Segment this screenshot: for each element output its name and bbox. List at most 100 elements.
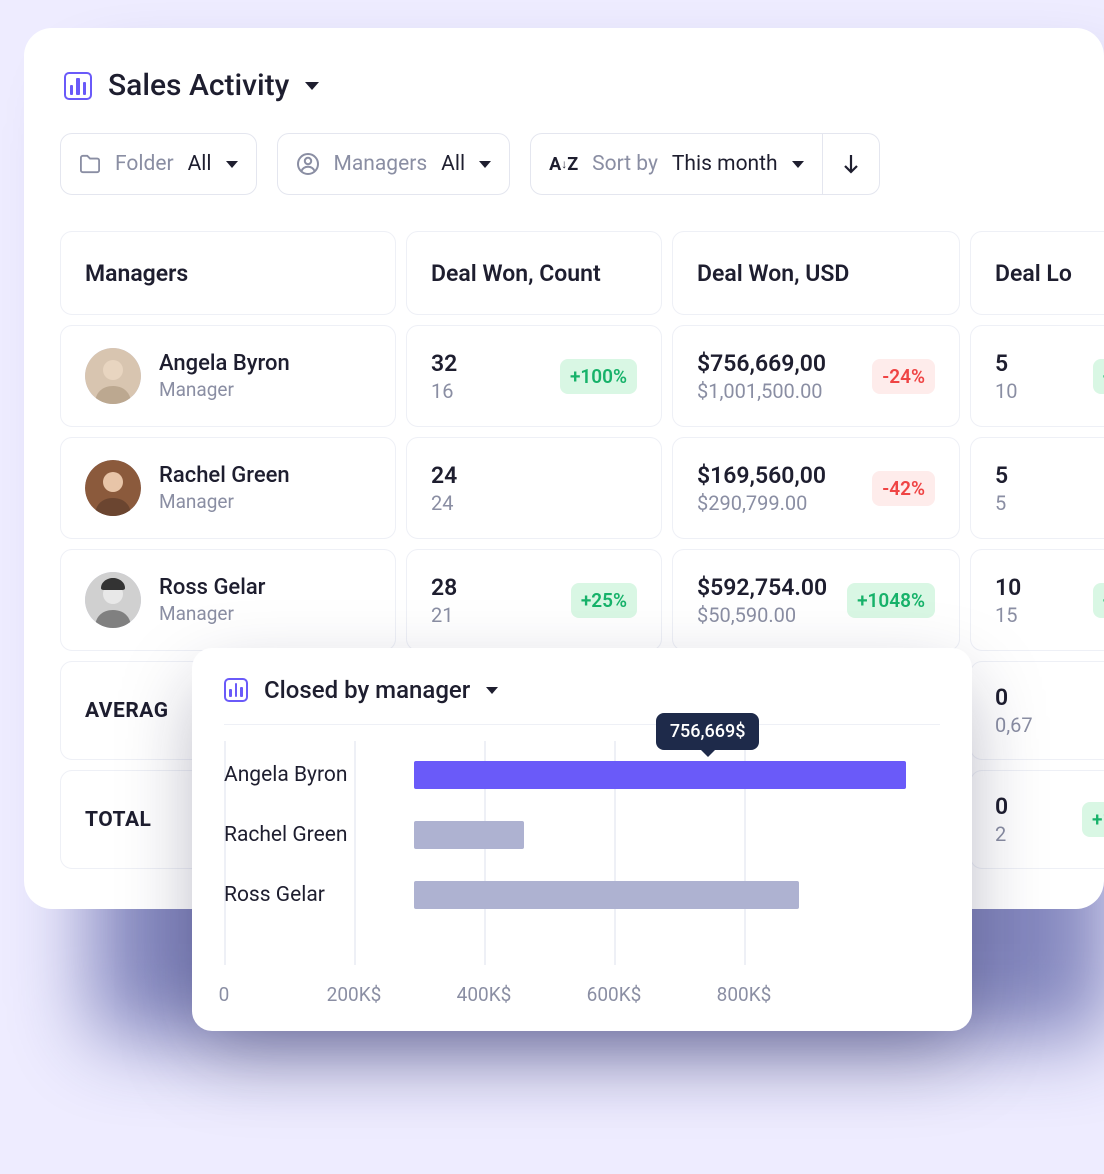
total-label: TOTAL: [85, 808, 151, 832]
usd-prev: $1,001,500.00: [697, 379, 826, 403]
metric-cell: 3216 +100%: [406, 325, 662, 427]
col-deal-lost: Deal Lo: [970, 231, 1104, 315]
managers-filter-value: All: [441, 152, 465, 176]
bar-chart-icon: [64, 72, 92, 100]
lost-current: 0: [995, 684, 1033, 711]
count-current: 28: [431, 574, 457, 601]
sort-direction-button[interactable]: [823, 133, 880, 195]
lost-prev: 15: [995, 603, 1021, 627]
managers-filter[interactable]: Managers All: [277, 133, 511, 195]
metric-cell: $169,560,00$290,799.00 -42%: [672, 437, 960, 539]
lost-current: 0: [995, 793, 1008, 820]
bar-row: Rachel Green: [414, 805, 940, 865]
x-tick-label: 200K$: [327, 983, 382, 1006]
table-row[interactable]: Rachel GreenManager: [60, 437, 396, 539]
sort-group: A↓Z Sort by This month: [530, 133, 880, 195]
bar[interactable]: [414, 821, 524, 849]
manager-role: Manager: [159, 602, 265, 625]
metric-cell: $592,754.00$50,590.00 +1048%: [672, 549, 960, 651]
metric-cell: 2424: [406, 437, 662, 539]
x-tick-label: 400K$: [457, 983, 512, 1006]
folder-filter-label: Folder: [115, 152, 174, 176]
usd-prev: $50,590.00: [697, 603, 827, 627]
count-prev: 16: [431, 379, 457, 403]
bar-label: Rachel Green: [224, 823, 404, 847]
avatar: [85, 348, 141, 404]
metric-cell: 1015 +33: [970, 549, 1104, 651]
metric-cell: 2821 +25%: [406, 549, 662, 651]
page-title: Sales Activity: [108, 68, 289, 103]
bar-row: Angela Byron: [414, 745, 940, 805]
chevron-down-icon: [479, 161, 491, 168]
table-row[interactable]: Ross GelarManager: [60, 549, 396, 651]
lost-current: 5: [995, 462, 1008, 489]
delta-badge: +1048%: [847, 583, 935, 618]
delta-badge: -24%: [872, 359, 935, 394]
average-label: AVERAG: [85, 699, 169, 723]
usd-current: $592,754.00: [697, 574, 827, 601]
col-deal-won-usd: Deal Won, USD: [672, 231, 960, 315]
usd-current: $756,669,00: [697, 350, 826, 377]
bar-chart: 756,669$ Angela ByronRachel GreenRoss Ge…: [224, 745, 940, 975]
count-current: 24: [431, 462, 457, 489]
bar-label: Angela Byron: [224, 763, 404, 787]
manager-name: Rachel Green: [159, 463, 290, 488]
lost-prev: 0,67: [995, 713, 1033, 737]
delta-badge: +100%: [560, 359, 637, 394]
sort-az-icon: A↓Z: [549, 154, 578, 175]
lost-prev: 2: [995, 822, 1008, 846]
folder-filter[interactable]: Folder All: [60, 133, 257, 195]
delta-badge: -42%: [872, 471, 935, 506]
bar-label: Ross Gelar: [224, 883, 404, 907]
lost-prev: 5: [995, 491, 1008, 515]
usd-current: $169,560,00: [697, 462, 826, 489]
metric-cell: 510 +10: [970, 325, 1104, 427]
count-prev: 21: [431, 603, 457, 627]
delta-badge: +10: [1093, 359, 1104, 394]
overlay-title: Closed by manager: [264, 676, 470, 704]
x-axis: 0200K$400K$600K$800K$: [224, 983, 940, 1007]
delta-badge: +25%: [571, 583, 637, 618]
lost-current: 5: [995, 350, 1017, 377]
metric-cell: 00,67 +1: [970, 661, 1104, 760]
manager-role: Manager: [159, 378, 290, 401]
count-current: 32: [431, 350, 457, 377]
chevron-down-icon: [305, 82, 319, 90]
avatar: [85, 572, 141, 628]
lost-prev: 10: [995, 379, 1017, 403]
metric-cell: 02 +100: [970, 770, 1104, 869]
sort-filter-value: This month: [672, 152, 778, 176]
folder-icon: [79, 154, 101, 174]
usd-prev: $290,799.00: [697, 491, 826, 515]
overlay-title-row[interactable]: Closed by manager: [224, 676, 940, 725]
bar[interactable]: [414, 761, 906, 789]
avatar: [85, 460, 141, 516]
chevron-down-icon: [226, 161, 238, 168]
sort-filter-label: Sort by: [592, 152, 658, 176]
count-prev: 24: [431, 491, 457, 515]
delta-badge: +33: [1093, 583, 1104, 618]
arrow-down-icon: [841, 153, 861, 175]
lost-current: 10: [995, 574, 1021, 601]
folder-filter-value: All: [188, 152, 212, 176]
bar-row: Ross Gelar: [414, 865, 940, 925]
title-row[interactable]: Sales Activity: [60, 68, 1076, 103]
delta-badge: +100: [1082, 802, 1104, 837]
col-deal-won-count: Deal Won, Count: [406, 231, 662, 315]
filters-row: Folder All Managers All A↓Z Sort by This…: [60, 133, 1076, 195]
managers-filter-label: Managers: [334, 152, 428, 176]
person-icon: [296, 152, 320, 176]
sort-filter[interactable]: A↓Z Sort by This month: [530, 133, 823, 195]
chevron-down-icon: [486, 687, 498, 694]
x-tick-label: 800K$: [717, 983, 772, 1006]
bar[interactable]: [414, 881, 799, 909]
chevron-down-icon: [792, 161, 804, 168]
col-managers: Managers: [60, 231, 396, 315]
bar-chart-icon: [224, 678, 248, 702]
manager-role: Manager: [159, 490, 290, 513]
manager-name: Angela Byron: [159, 351, 290, 376]
metric-cell: 55: [970, 437, 1104, 539]
table-row[interactable]: Angela ByronManager: [60, 325, 396, 427]
closed-by-manager-card: Closed by manager 756,669$ Angela ByronR…: [192, 648, 972, 1031]
metric-cell: $756,669,00$1,001,500.00 -24%: [672, 325, 960, 427]
